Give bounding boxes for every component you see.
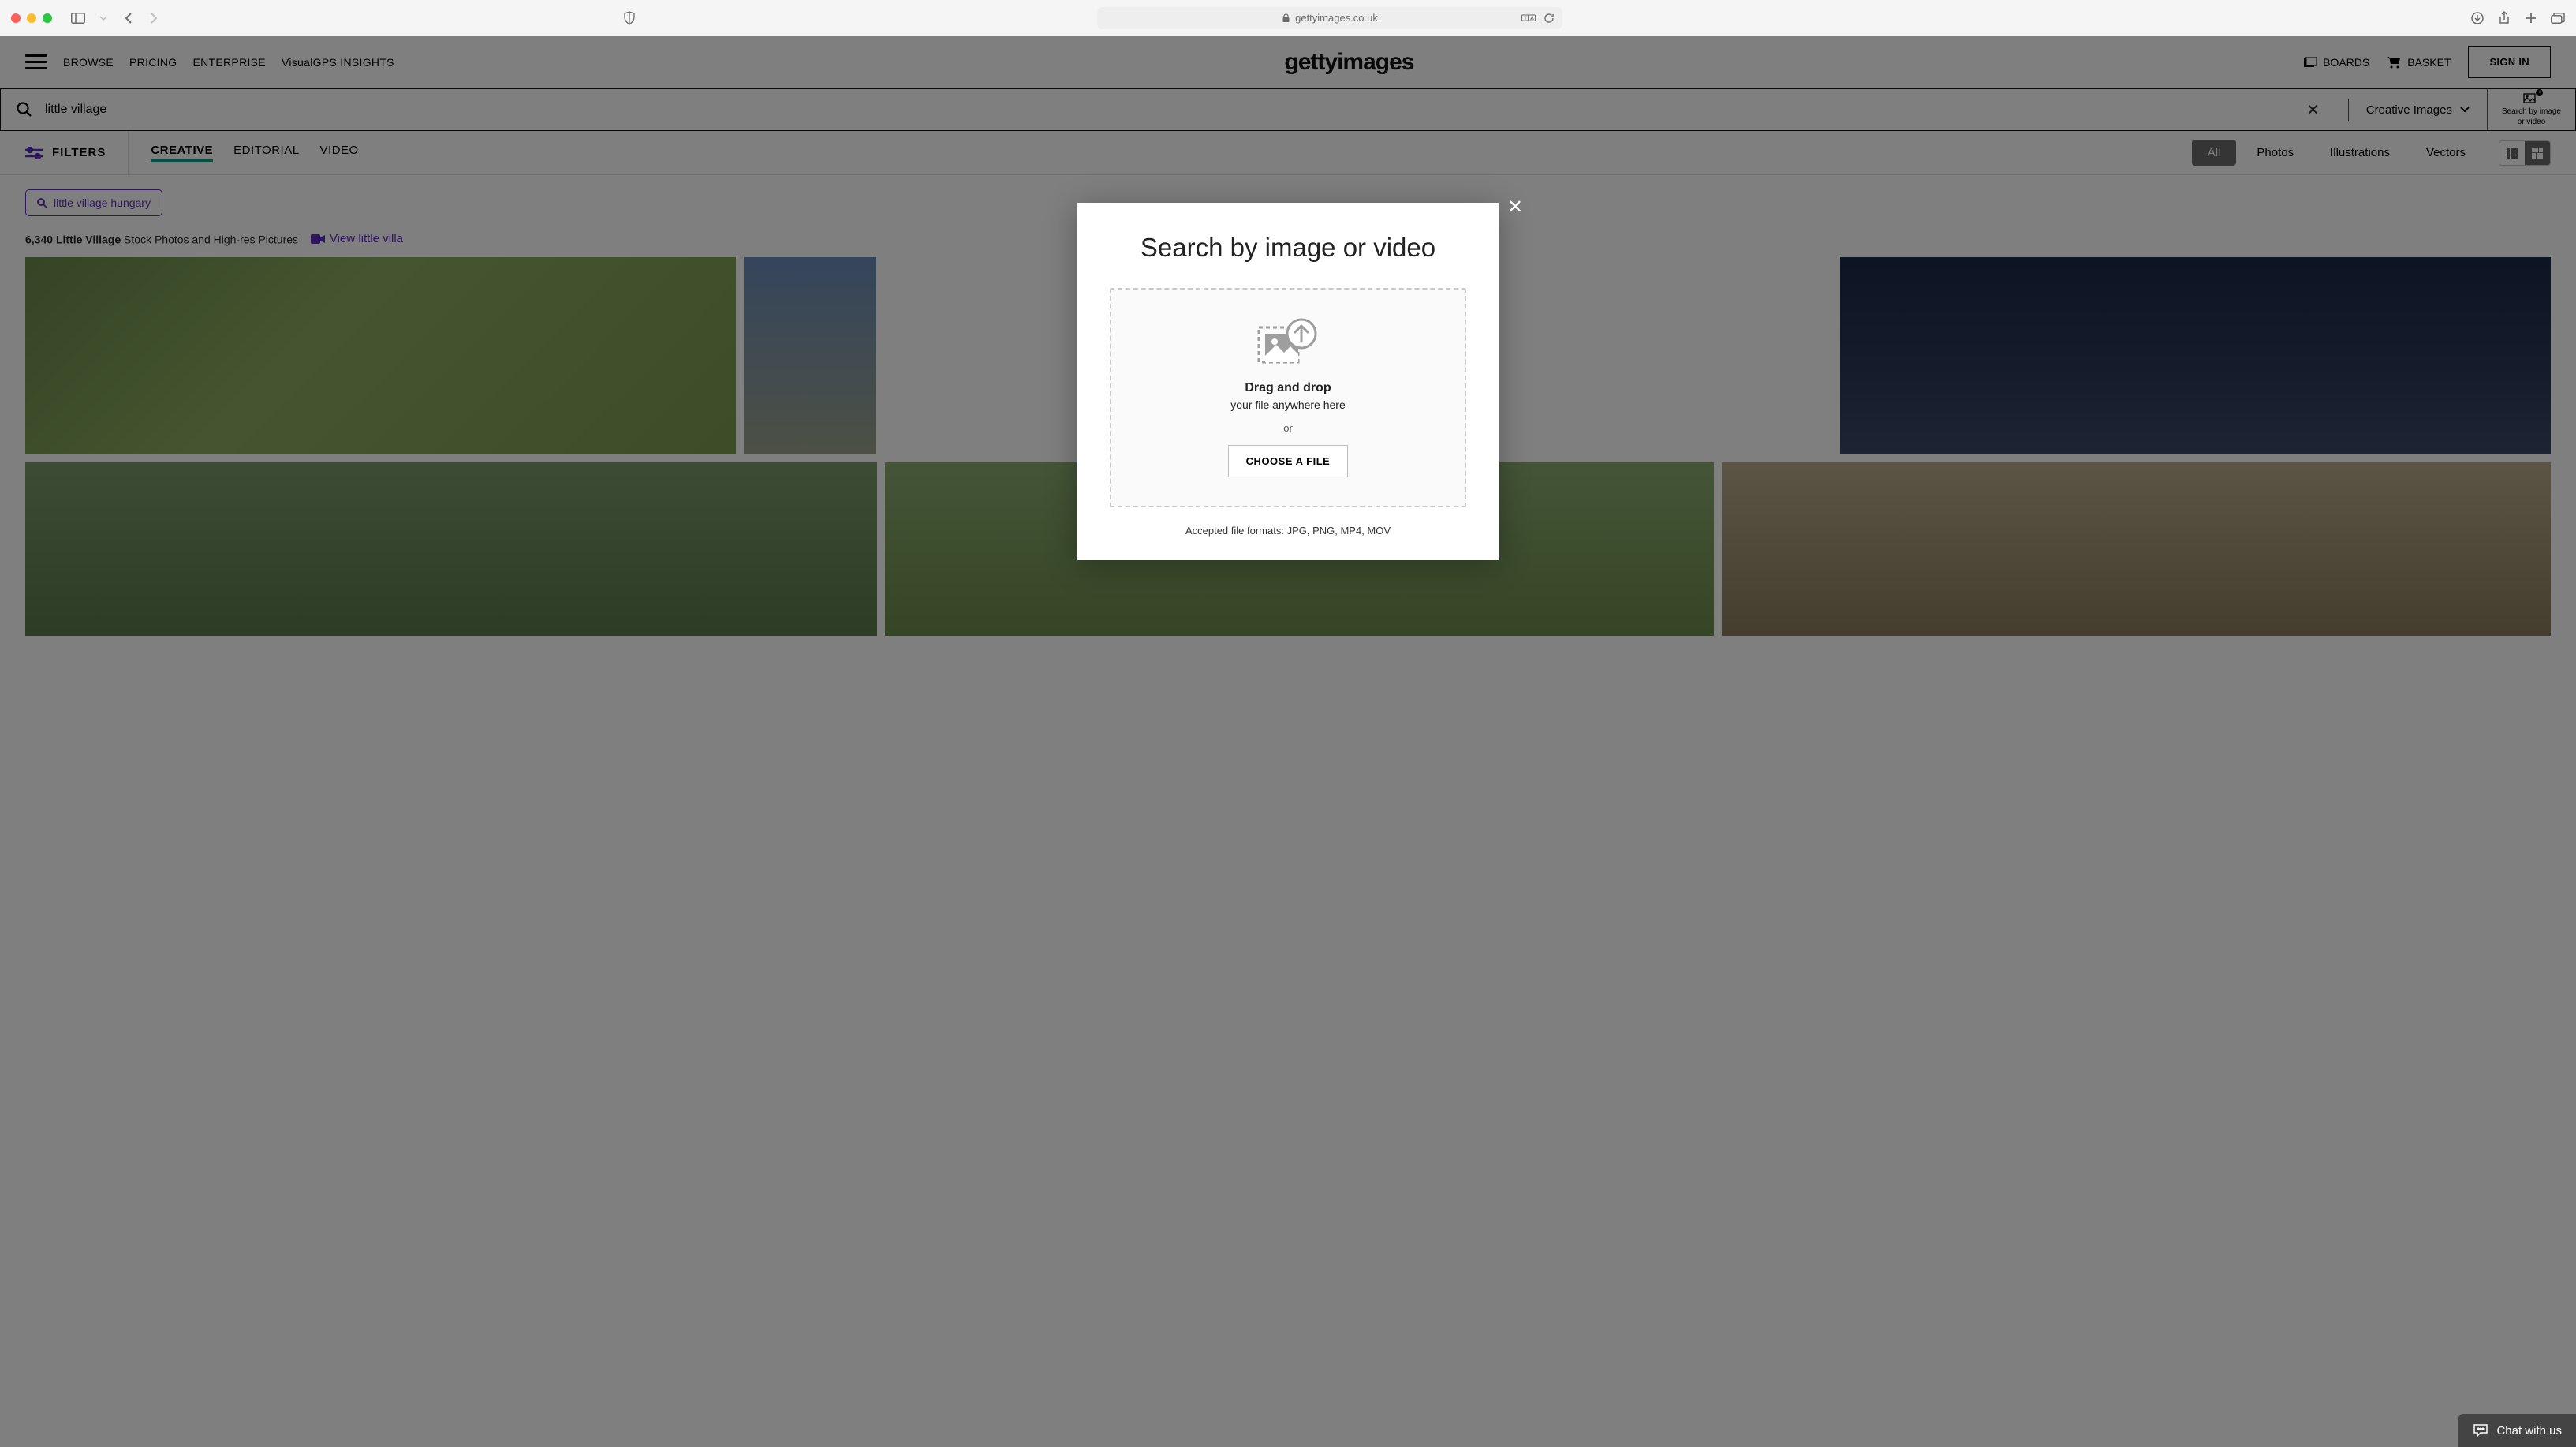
chat-icon [2473, 1423, 2488, 1438]
accepted-formats: Accepted file formats: JPG, PNG, MP4, MO… [1110, 525, 1466, 537]
search-by-image-modal: ✕ Search by image or video Drag and drop… [1077, 203, 1499, 560]
forward-icon[interactable] [147, 11, 161, 25]
lock-icon [1282, 13, 1290, 22]
choose-file-button[interactable]: CHOOSE A FILE [1228, 445, 1349, 477]
reload-icon[interactable] [1542, 11, 1556, 25]
dropzone-title: Drag and drop [1245, 381, 1331, 395]
url-text: gettyimages.co.uk [1295, 12, 1378, 24]
close-icon[interactable]: ✕ [1507, 198, 1523, 217]
back-icon[interactable] [121, 11, 136, 25]
new-tab-icon[interactable] [2524, 11, 2538, 25]
share-icon[interactable] [2497, 11, 2511, 25]
sidebar-toggle-icon[interactable] [71, 11, 85, 25]
file-dropzone[interactable]: Drag and drop your file anywhere here or… [1110, 288, 1466, 507]
window-traffic-lights [11, 13, 52, 23]
window-close-icon[interactable] [11, 13, 21, 23]
tabs-overview-icon[interactable] [2551, 11, 2565, 25]
translate-icon[interactable] [1521, 11, 1536, 25]
browser-toolbar: gettyimages.co.uk [0, 0, 2576, 36]
window-zoom-icon[interactable] [43, 13, 52, 23]
url-bar[interactable]: gettyimages.co.uk [1097, 7, 1562, 29]
downloads-icon[interactable] [2470, 11, 2485, 25]
chat-widget[interactable]: Chat with us [2458, 1414, 2576, 1447]
modal-title: Search by image or video [1110, 233, 1466, 263]
chevron-down-icon[interactable] [96, 11, 110, 25]
dropzone-or: or [1283, 422, 1293, 434]
dropzone-subtitle: your file anywhere here [1230, 398, 1346, 411]
window-minimize-icon[interactable] [27, 13, 36, 23]
chat-label: Chat with us [2496, 1424, 2562, 1438]
shield-icon[interactable] [622, 11, 637, 25]
upload-image-icon [1257, 318, 1319, 367]
